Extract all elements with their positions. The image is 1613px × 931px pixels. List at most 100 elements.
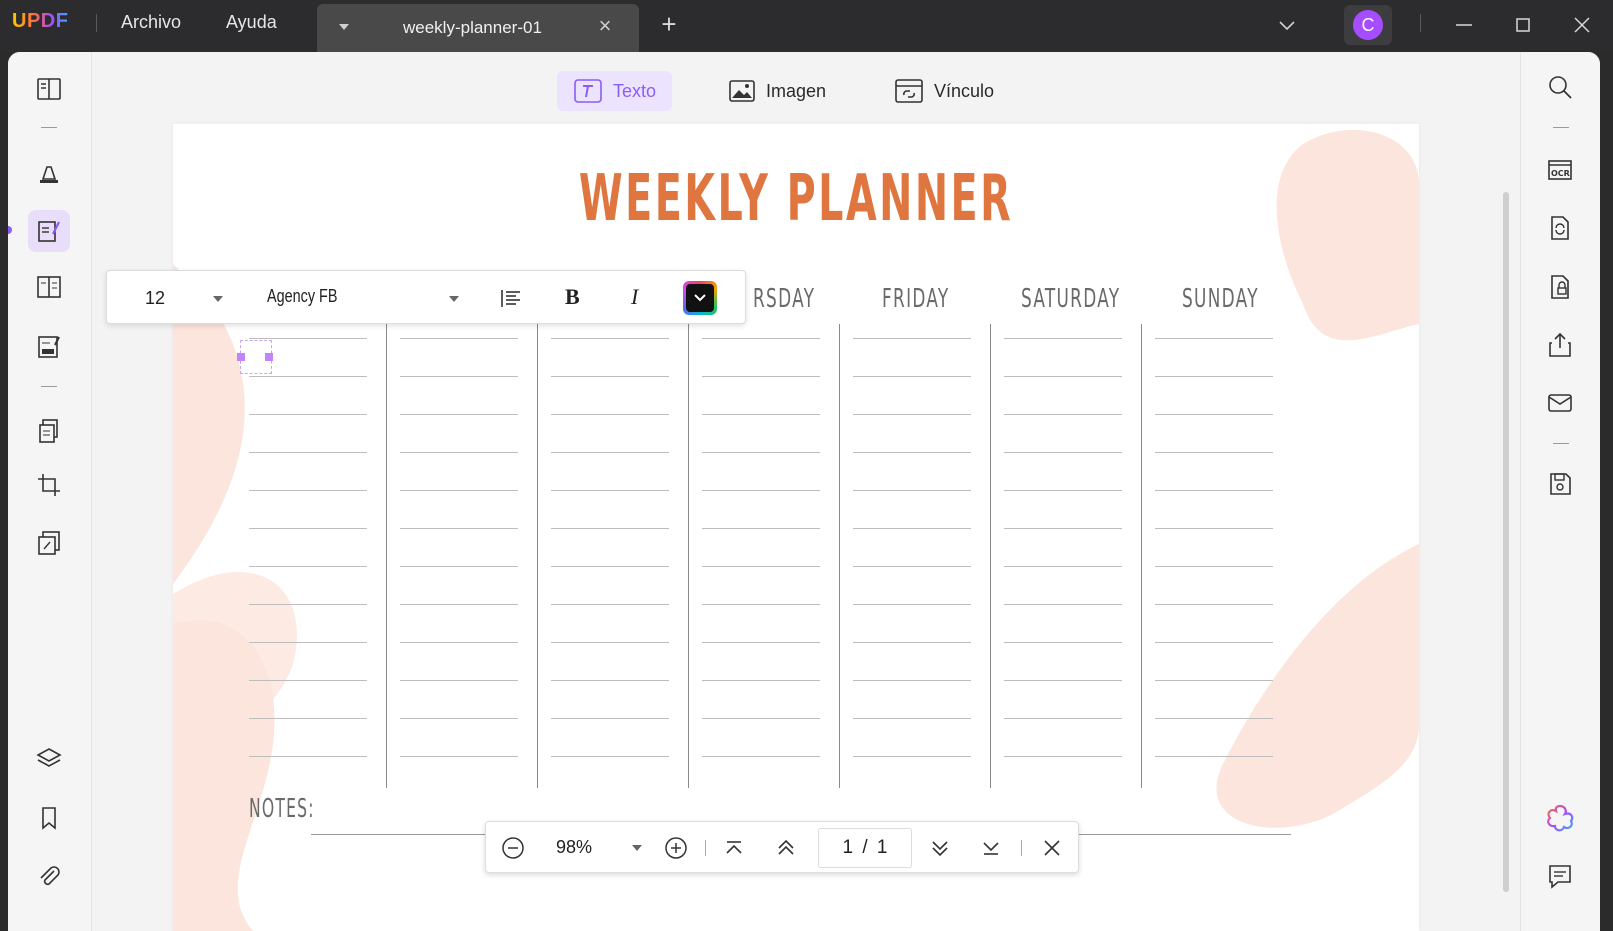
logo-text: UPDF	[12, 10, 69, 32]
font-size-dropdown-icon[interactable]	[213, 296, 223, 302]
zoom-dropdown-icon[interactable]	[632, 845, 642, 851]
planner-entry-line	[1004, 566, 1122, 567]
text-color-picker[interactable]	[683, 281, 717, 315]
font-family-dropdown-icon[interactable]	[449, 296, 459, 302]
planner-entry-line	[853, 490, 971, 491]
resize-handle-right[interactable]	[265, 353, 273, 361]
zoom-in-icon[interactable]	[663, 835, 689, 861]
link-tool-button[interactable]: Vínculo	[878, 71, 1010, 111]
svg-text:OCR: OCR	[1551, 169, 1570, 178]
notes-label: NOTES:	[249, 794, 315, 824]
image-tool-button[interactable]: Imagen	[712, 71, 842, 111]
planner-entry-line	[400, 490, 518, 491]
day-column-divider	[537, 324, 538, 788]
planner-entry-line	[702, 528, 820, 529]
day-label-sunday: SUNDAY	[1182, 284, 1259, 314]
share-icon[interactable]	[1539, 324, 1581, 366]
planner-entry-line	[1004, 338, 1122, 339]
comment-icon[interactable]	[1539, 855, 1581, 897]
planner-entry-line	[249, 376, 367, 377]
planner-entry-line	[702, 490, 820, 491]
planner-entry-line	[249, 528, 367, 529]
previous-page-icon[interactable]	[773, 835, 799, 861]
bold-button[interactable]: B	[565, 284, 580, 310]
user-avatar[interactable]: C	[1344, 5, 1392, 45]
attachment-icon[interactable]	[28, 855, 70, 897]
planner-entry-line	[1004, 414, 1122, 415]
reader-icon[interactable]	[28, 68, 70, 110]
left-toolbar	[8, 52, 92, 931]
planner-entry-line	[249, 718, 367, 719]
tab-menu-caret-icon[interactable]	[339, 24, 349, 30]
planner-entry-line	[853, 528, 971, 529]
layers-icon[interactable]	[28, 738, 70, 780]
planner-entry-line	[1155, 604, 1273, 605]
planner-entry-line	[1004, 490, 1122, 491]
document-page[interactable]: WEEKLY PLANNER RSDAY FRIDAY SATURDAY SUN…	[173, 124, 1419, 931]
avatar-initial: C	[1353, 10, 1383, 40]
align-left-icon[interactable]	[499, 286, 523, 310]
stamp-icon[interactable]	[28, 522, 70, 564]
document-tab[interactable]: weekly-planner-01 ×	[317, 4, 639, 52]
font-size-select[interactable]: 12	[145, 288, 165, 309]
ai-assistant-icon[interactable]	[1539, 797, 1581, 839]
bookmark-icon[interactable]	[28, 797, 70, 839]
day-column-divider	[990, 324, 991, 788]
maximize-icon[interactable]	[1509, 11, 1537, 39]
zoom-level[interactable]: 98%	[556, 837, 592, 858]
font-family-select[interactable]: Agency FB	[267, 286, 337, 307]
next-page-icon[interactable]	[927, 835, 953, 861]
zoom-out-icon[interactable]	[500, 835, 526, 861]
planner-entry-line	[1155, 756, 1273, 757]
minimize-icon[interactable]	[1450, 11, 1478, 39]
email-icon[interactable]	[1539, 382, 1581, 424]
save-icon[interactable]	[1539, 463, 1581, 505]
rail-divider	[1553, 127, 1569, 128]
planner-entry-line	[1004, 756, 1122, 757]
last-page-icon[interactable]	[978, 835, 1004, 861]
convert-icon[interactable]	[1539, 207, 1581, 249]
planner-entry-line	[249, 566, 367, 567]
planner-entry-line	[1155, 490, 1273, 491]
right-toolbar: OCR	[1520, 52, 1600, 931]
planner-entry-line	[1004, 718, 1122, 719]
highlighter-icon[interactable]	[28, 152, 70, 194]
menu-ayuda[interactable]: Ayuda	[226, 12, 277, 33]
app-logo: UPDF	[12, 10, 68, 33]
planner-entry-line	[249, 452, 367, 453]
planner-entry-line	[1004, 528, 1122, 529]
text-tool-button[interactable]: Texto	[557, 71, 673, 111]
text-format-bar: 12 Agency FB B I	[106, 270, 746, 324]
crop-icon[interactable]	[28, 464, 70, 506]
organize-icon[interactable]	[28, 266, 70, 308]
fill-sign-icon[interactable]	[28, 326, 70, 368]
tab-close-icon[interactable]: ×	[593, 14, 617, 38]
new-tab-icon[interactable]: +	[656, 11, 682, 38]
planner-entry-line	[551, 718, 669, 719]
planner-entry-line	[1004, 680, 1122, 681]
search-icon[interactable]	[1539, 66, 1581, 108]
resize-handle-left[interactable]	[237, 353, 245, 361]
page-indicator[interactable]: 1 / 1	[818, 828, 912, 868]
protect-icon[interactable]	[1539, 266, 1581, 308]
vertical-scrollbar[interactable]	[1503, 192, 1509, 892]
close-window-icon[interactable]	[1568, 11, 1596, 39]
ocr-icon[interactable]: OCR	[1539, 148, 1581, 190]
edit-pdf-icon[interactable]	[28, 210, 70, 252]
tabs-dropdown-icon[interactable]	[1276, 14, 1298, 36]
rail-active-indicator	[8, 226, 12, 234]
planner-entry-line	[400, 338, 518, 339]
close-zoom-bar-icon[interactable]	[1039, 835, 1065, 861]
first-page-icon[interactable]	[721, 835, 747, 861]
pages-icon[interactable]	[28, 410, 70, 452]
planner-entry-line	[702, 756, 820, 757]
italic-button[interactable]: I	[631, 284, 638, 310]
image-tool-label: Imagen	[766, 80, 827, 101]
planner-entry-line	[853, 642, 971, 643]
planner-entry-line	[1155, 718, 1273, 719]
planner-entry-line	[1155, 680, 1273, 681]
menu-archivo[interactable]: Archivo	[121, 12, 181, 33]
text-insertion-box[interactable]	[237, 340, 273, 374]
planner-entry-line	[853, 718, 971, 719]
planner-entry-line	[400, 566, 518, 567]
